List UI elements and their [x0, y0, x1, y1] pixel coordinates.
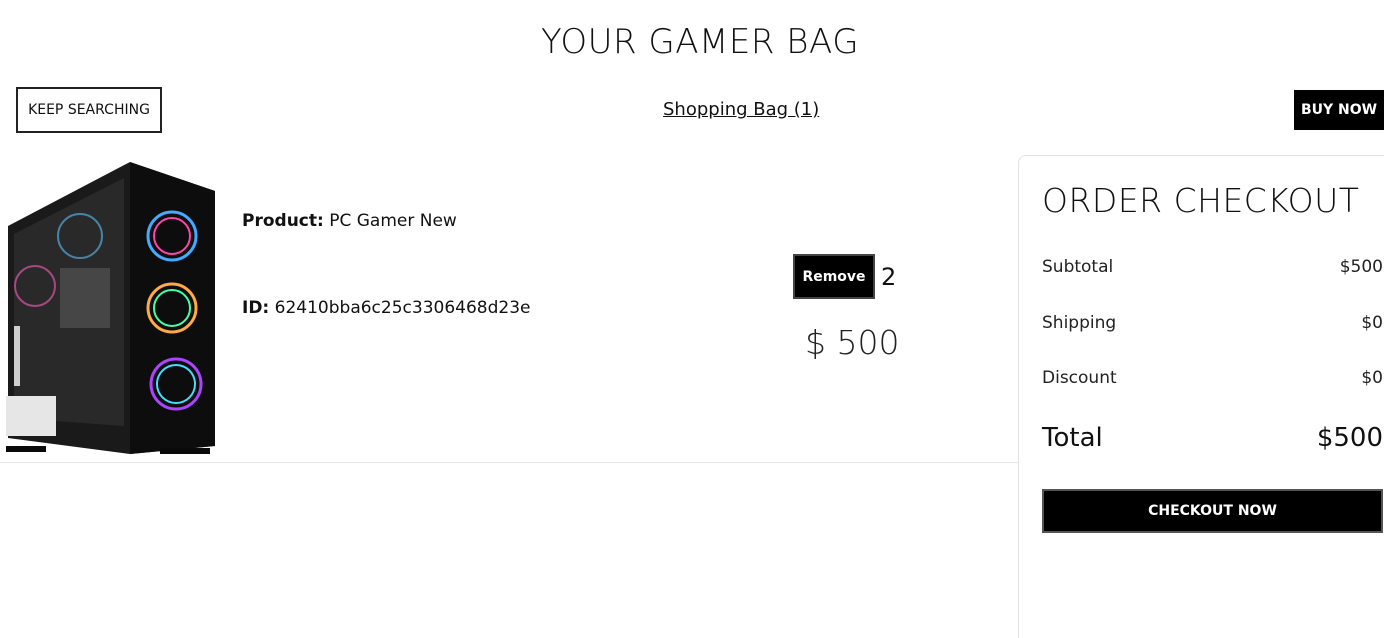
total-row: Total $500	[1042, 423, 1383, 453]
discount-label: Discount	[1042, 368, 1117, 388]
discount-row: Discount $0	[1042, 368, 1383, 388]
product-name: PC Gamer New	[329, 211, 457, 231]
order-summary-panel: ORDER CHECKOUT Subtotal $500 Shipping $0…	[1018, 155, 1384, 638]
shopping-bag-link[interactable]: Shopping Bag (1)	[663, 99, 819, 120]
keep-searching-button[interactable]: KEEP SEARCHING	[16, 87, 162, 133]
quantity-value: 2	[881, 263, 897, 291]
checkout-now-button[interactable]: CHECKOUT NOW	[1042, 489, 1383, 533]
product-id-line: ID: 62410bba6c25c3306468d23e	[242, 298, 530, 318]
total-label: Total	[1042, 423, 1103, 453]
buy-now-button[interactable]: BUY NOW	[1294, 90, 1384, 130]
subtotal-value: $500	[1339, 257, 1383, 277]
subtotal-row: Subtotal $500	[1042, 257, 1383, 277]
shipping-label: Shipping	[1042, 313, 1117, 333]
page-title: YOUR GAMER BAG	[540, 22, 860, 62]
summary-title: ORDER CHECKOUT	[1042, 181, 1360, 220]
product-label: Product:	[242, 211, 324, 231]
product-name-line: Product: PC Gamer New	[242, 211, 457, 231]
subtotal-label: Subtotal	[1042, 257, 1114, 277]
item-price: $ 500	[805, 323, 900, 362]
shipping-value: $0	[1361, 313, 1383, 333]
total-value: $500	[1316, 423, 1383, 453]
discount-value: $0	[1361, 368, 1383, 388]
cart-item: Product: PC Gamer New ID: 62410bba6c25c3…	[0, 150, 1018, 463]
remove-button[interactable]: Remove	[793, 254, 875, 299]
id-label: ID:	[242, 298, 270, 318]
shipping-row: Shipping $0	[1042, 313, 1383, 333]
pc-tower-image	[6, 162, 215, 454]
product-id: 62410bba6c25c3306468d23e	[274, 298, 531, 318]
